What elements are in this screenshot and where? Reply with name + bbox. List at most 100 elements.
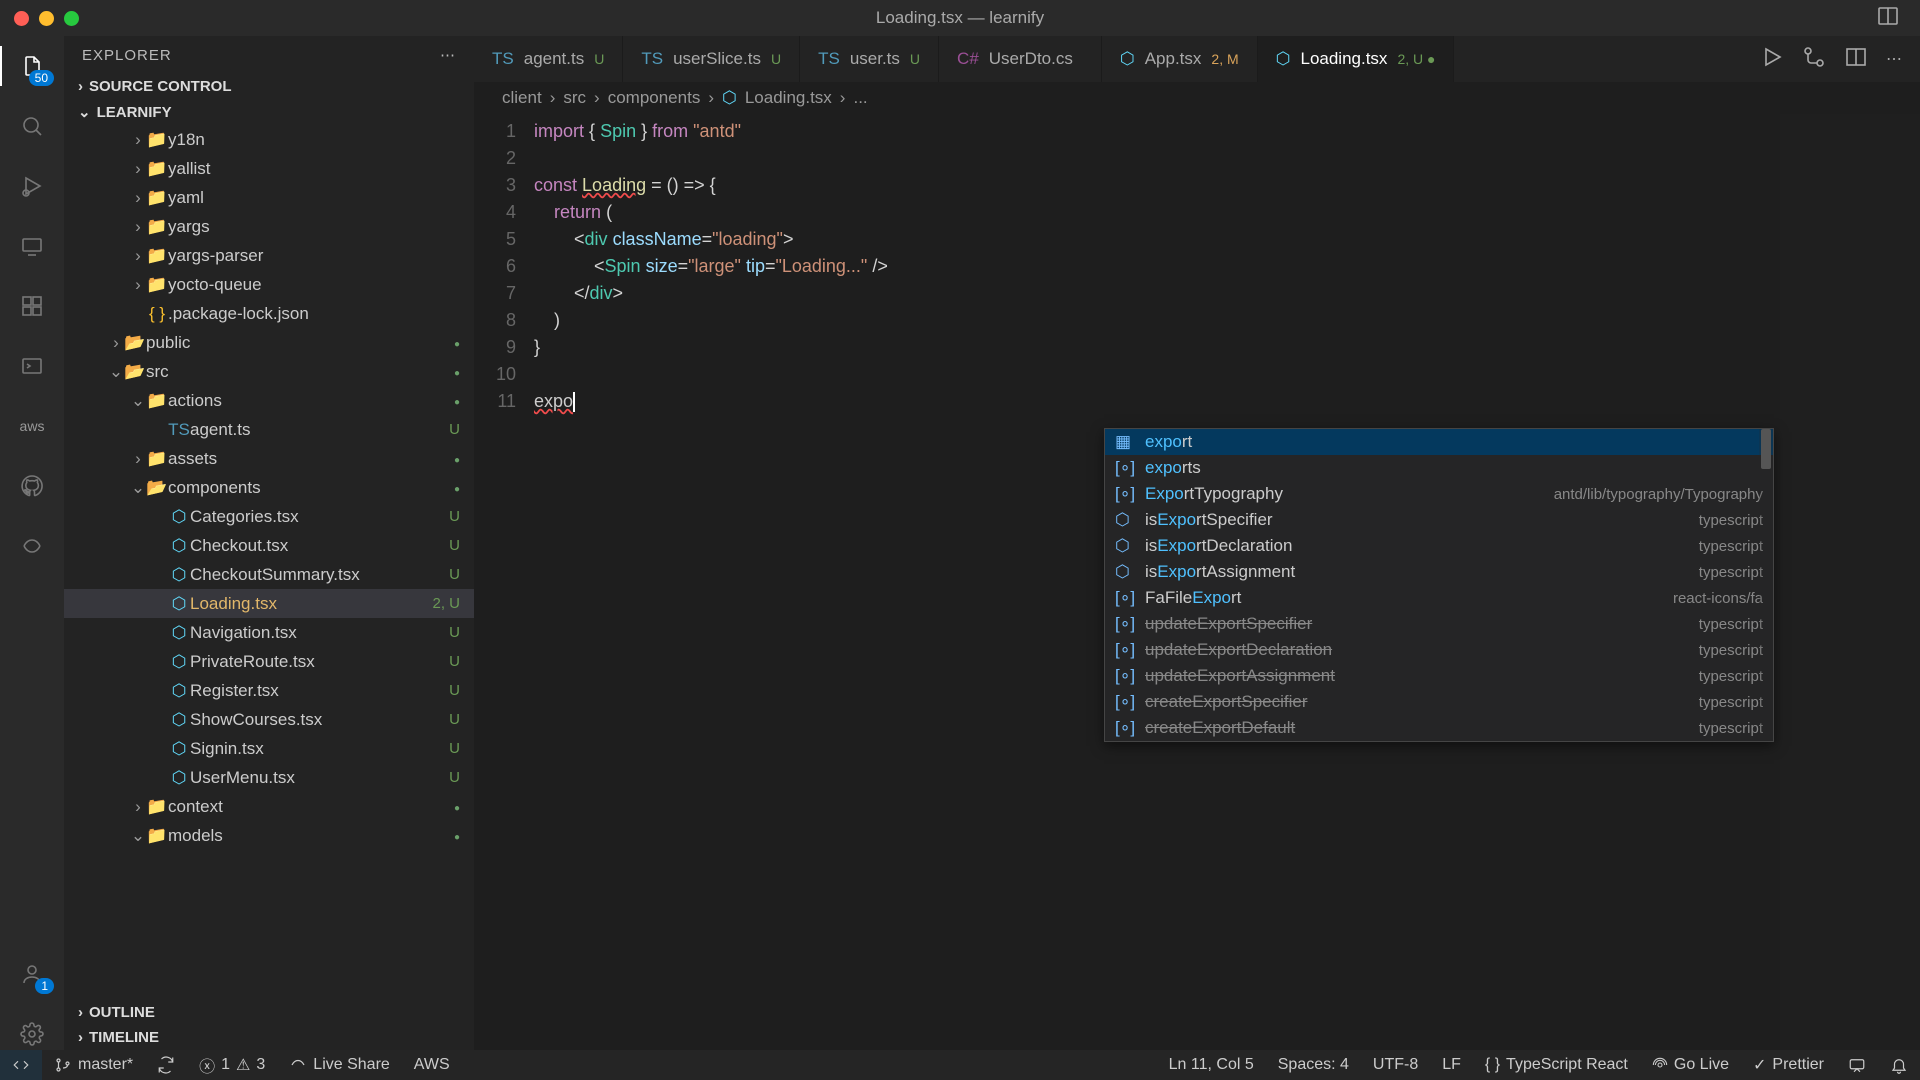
cursor-position[interactable]: Ln 11, Col 5 (1157, 1050, 1266, 1080)
tab-user-ts[interactable]: TSuser.tsU (800, 36, 939, 82)
section-outline[interactable]: ›OUTLINE (64, 1000, 474, 1025)
split-editor-icon[interactable] (1844, 45, 1868, 74)
search-icon[interactable] (16, 110, 48, 142)
tree-item-y18n[interactable]: ›📁y18n (64, 125, 474, 154)
section-project[interactable]: ⌄LEARNIFY (64, 99, 474, 125)
suggestion-updateExportSpecifier[interactable]: [∘]updateExportSpecifiertypescript (1105, 611, 1773, 637)
aws-status[interactable]: AWS (402, 1050, 462, 1080)
tree-item-components[interactable]: ⌄📂components (64, 473, 474, 502)
suggestion-isExportDeclaration[interactable]: ⬡isExportDeclarationtypescript (1105, 533, 1773, 559)
bell-icon[interactable] (1878, 1050, 1920, 1080)
tree-item-assets[interactable]: ›📁assets (64, 444, 474, 473)
chevron-down-icon: ⌄ (78, 103, 91, 121)
diff-icon[interactable] (1802, 45, 1826, 74)
explorer-icon[interactable]: 50 (16, 50, 48, 82)
minimap[interactable] (1780, 114, 1920, 1050)
intellisense-popup[interactable]: ▦export[∘]exports[∘]ExportTypographyantd… (1104, 428, 1774, 742)
suggestion-updateExportDeclaration[interactable]: [∘]updateExportDeclarationtypescript (1105, 637, 1773, 663)
explorer-title: EXPLORER (82, 47, 172, 64)
suggestion-createExportSpecifier[interactable]: [∘]createExportSpecifiertypescript (1105, 689, 1773, 715)
live-share-status[interactable]: Live Share (277, 1050, 402, 1080)
run-icon[interactable] (1760, 45, 1784, 74)
accounts-badge: 1 (35, 978, 54, 994)
explorer-more-icon[interactable]: ⋯ (440, 46, 456, 64)
encoding[interactable]: UTF-8 (1361, 1050, 1430, 1080)
tree-item-src[interactable]: ⌄📂src (64, 357, 474, 386)
extensions-icon[interactable] (16, 290, 48, 322)
indentation[interactable]: Spaces: 4 (1266, 1050, 1361, 1080)
accounts-icon[interactable]: 1 (16, 958, 48, 990)
tab-App-tsx[interactable]: ⬡App.tsx2, M (1102, 36, 1258, 82)
feedback-icon[interactable] (1836, 1050, 1878, 1080)
sync-icon[interactable] (145, 1050, 187, 1080)
section-source-control[interactable]: ›SOURCE CONTROL (64, 74, 474, 99)
tree-item-Navigation-tsx[interactable]: ⬡Navigation.tsxU (64, 618, 474, 647)
close-window[interactable] (14, 11, 29, 26)
file-tree: ›📁y18n›📁yallist›📁yaml›📁yargs›📁yargs-pars… (64, 125, 474, 1000)
suggestion-createExportDefault[interactable]: [∘]createExportDefaulttypescript (1105, 715, 1773, 741)
tree-item-UserMenu-tsx[interactable]: ⬡UserMenu.tsxU (64, 763, 474, 792)
tree-item--package-lock-json[interactable]: { }.package-lock.json (64, 299, 474, 328)
tree-item-PrivateRoute-tsx[interactable]: ⬡PrivateRoute.tsxU (64, 647, 474, 676)
tree-item-agent-ts[interactable]: TSagent.tsU (64, 415, 474, 444)
live-share-icon[interactable] (16, 530, 48, 562)
tree-item-Checkout-tsx[interactable]: ⬡Checkout.tsxU (64, 531, 474, 560)
tree-item-yargs-parser[interactable]: ›📁yargs-parser (64, 241, 474, 270)
tab-agent-ts[interactable]: TSagent.tsU (474, 36, 623, 82)
tree-item-Categories-tsx[interactable]: ⬡Categories.tsxU (64, 502, 474, 531)
suggestion-updateExportAssignment[interactable]: [∘]updateExportAssignmenttypescript (1105, 663, 1773, 689)
chevron-right-icon: › (78, 1029, 83, 1046)
line-gutter: 1234567891011 (474, 114, 534, 1050)
terminal-icon[interactable] (16, 350, 48, 382)
tree-item-public[interactable]: ›📂public (64, 328, 474, 357)
language-mode[interactable]: { }TypeScript React (1473, 1050, 1640, 1080)
status-bar: master* ⓧ1⚠3 Live Share AWS Ln 11, Col 5… (0, 1050, 1920, 1080)
maximize-window[interactable] (64, 11, 79, 26)
explorer-badge: 50 (29, 70, 54, 86)
editor-tabs: TSagent.tsUTSuserSlice.tsUTSuser.tsUC#Us… (474, 36, 1920, 82)
minimize-window[interactable] (39, 11, 54, 26)
section-timeline[interactable]: ›TIMELINE (64, 1025, 474, 1050)
tree-item-context[interactable]: ›📁context (64, 792, 474, 821)
suggest-scrollbar[interactable] (1759, 429, 1773, 741)
tree-item-ShowCourses-tsx[interactable]: ⬡ShowCourses.tsxU (64, 705, 474, 734)
suggestion-isExportAssignment[interactable]: ⬡isExportAssignmenttypescript (1105, 559, 1773, 585)
prettier-status[interactable]: ✓Prettier (1741, 1050, 1836, 1080)
git-branch[interactable]: master* (42, 1050, 145, 1080)
editor-area: TSagent.tsUTSuserSlice.tsUTSuser.tsUC#Us… (474, 36, 1920, 1050)
suggestion-ExportTypography[interactable]: [∘]ExportTypographyantd/lib/typography/T… (1105, 481, 1773, 507)
breadcrumbs[interactable]: client› src› components› ⬡Loading.tsx› .… (474, 82, 1920, 114)
tab-UserDto-cs[interactable]: C#UserDto.cs (939, 36, 1102, 82)
problems[interactable]: ⓧ1⚠3 (187, 1050, 277, 1080)
window-title: Loading.tsx — learnify (876, 8, 1044, 28)
debug-icon[interactable] (16, 170, 48, 202)
tab-more-icon[interactable]: ⋯ (1886, 49, 1902, 69)
tree-item-actions[interactable]: ⌄📁actions (64, 386, 474, 415)
tab-actions: ⋯ (1760, 36, 1920, 82)
tree-item-Loading-tsx[interactable]: ⬡Loading.tsx2, U (64, 589, 474, 618)
tab-userSlice-ts[interactable]: TSuserSlice.tsU (623, 36, 800, 82)
title-bar: Loading.tsx — learnify (0, 0, 1920, 36)
suggestion-isExportSpecifier[interactable]: ⬡isExportSpecifiertypescript (1105, 507, 1773, 533)
tree-item-yallist[interactable]: ›📁yallist (64, 154, 474, 183)
tree-item-Register-tsx[interactable]: ⬡Register.tsxU (64, 676, 474, 705)
tab-Loading-tsx[interactable]: ⬡Loading.tsx2, U ● (1258, 36, 1455, 82)
github-icon[interactable] (16, 470, 48, 502)
eol[interactable]: LF (1430, 1050, 1473, 1080)
remote-explorer-icon[interactable] (16, 230, 48, 262)
aws-icon[interactable]: aws (16, 410, 48, 442)
tree-item-yaml[interactable]: ›📁yaml (64, 183, 474, 212)
tree-item-Signin-tsx[interactable]: ⬡Signin.tsxU (64, 734, 474, 763)
explorer-sidebar: EXPLORER ⋯ ›SOURCE CONTROL ⌄LEARNIFY ›📁y… (64, 36, 474, 1050)
tree-item-models[interactable]: ⌄📁models (64, 821, 474, 850)
suggestion-exports[interactable]: [∘]exports (1105, 455, 1773, 481)
go-live[interactable]: Go Live (1640, 1050, 1741, 1080)
remote-indicator[interactable] (0, 1050, 42, 1080)
tree-item-CheckoutSummary-tsx[interactable]: ⬡CheckoutSummary.tsxU (64, 560, 474, 589)
layout-toggle-icon[interactable] (1876, 4, 1900, 33)
tree-item-yocto-queue[interactable]: ›📁yocto-queue (64, 270, 474, 299)
tree-item-yargs[interactable]: ›📁yargs (64, 212, 474, 241)
settings-gear-icon[interactable] (16, 1018, 48, 1050)
suggestion-FaFileExport[interactable]: [∘]FaFileExportreact-icons/fa (1105, 585, 1773, 611)
suggestion-export[interactable]: ▦export (1105, 429, 1773, 455)
